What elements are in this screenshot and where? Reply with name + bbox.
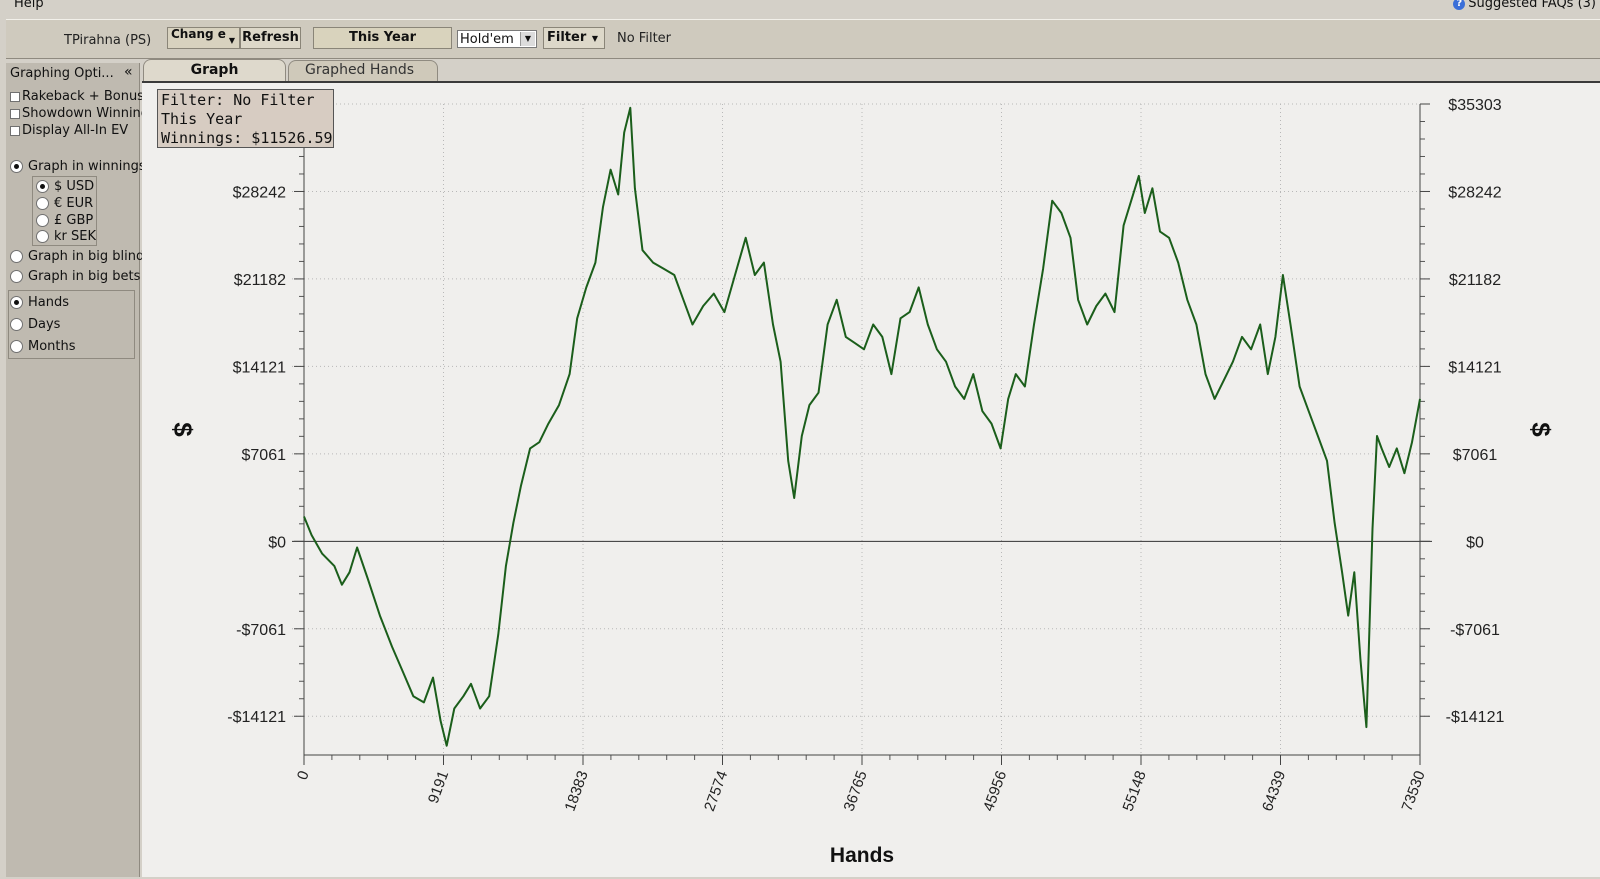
currency-eur-radio[interactable]: [36, 197, 49, 210]
y-tick-label-right: $0: [1466, 534, 1484, 551]
y-tick-label-left: $28242: [233, 184, 286, 201]
graph-big-blinds-row[interactable]: Graph in big blinds: [10, 249, 151, 264]
graph-info-box: Filter: No Filter This Year Winnings: $1…: [157, 89, 334, 148]
y-axis-label-right: $: [1526, 422, 1556, 437]
x-months-radio[interactable]: [10, 340, 23, 353]
x-days-radio[interactable]: [10, 318, 23, 331]
radio-label: $ USD: [54, 179, 95, 194]
radio-label: Months: [28, 339, 76, 354]
y-tick-label-right: -$14121: [1446, 709, 1505, 726]
x-months-row[interactable]: Months: [10, 339, 76, 354]
info-date-range: This Year: [161, 110, 243, 128]
chevron-down-icon[interactable]: ▼: [520, 32, 535, 46]
allin-ev-checkbox-row[interactable]: Display All-In EV: [10, 123, 128, 138]
x-hands-row[interactable]: Hands: [10, 295, 69, 310]
radio-label: Graph in big blinds: [28, 249, 151, 264]
x-tick-label: 9191: [425, 769, 452, 806]
help-icon: ?: [1453, 0, 1466, 10]
chart-panel: 0 9191 18383 27574 36765 45956 55148 64339 73530…: [142, 81, 1600, 877]
toolbar: TPirahna (PS) Chang e ▼ Refresh This Yea…: [6, 19, 1600, 59]
y-tick-label-left: $21182: [234, 272, 286, 289]
rakeback-checkbox-row[interactable]: Rakeback + Bonus: [10, 89, 144, 104]
currency-sek-row[interactable]: kr SEK: [36, 229, 96, 244]
currency-eur-row[interactable]: € EUR: [36, 196, 93, 211]
x-tick-label: 64339: [1259, 769, 1289, 814]
radio-label: Graph in winnings: [28, 159, 146, 174]
game-type-select[interactable]: Hold'em ▼: [457, 30, 537, 48]
radio-label: € EUR: [54, 196, 94, 211]
x-tick-label: 27574: [701, 769, 731, 814]
winnings-chart: 0 9191 18383 27574 36765 45956 55148 64339 73530…: [168, 97, 1556, 867]
currency-gbp-radio[interactable]: [36, 214, 49, 227]
checkbox-label: Rakeback + Bonus: [22, 89, 144, 104]
radio-label: £ GBP: [54, 213, 94, 228]
y-tick-label-left: -$14121: [227, 709, 286, 726]
dropdown-arrow-icon: ▼: [228, 36, 235, 45]
radio-label: kr SEK: [54, 229, 96, 244]
winnings-series-line: [303, 106, 1421, 747]
currency-usd-radio[interactable]: [36, 180, 49, 193]
allin-ev-checkbox[interactable]: [10, 125, 20, 136]
tab-graphed-hands[interactable]: Graphed Hands: [288, 60, 438, 81]
currency-gbp-row[interactable]: £ GBP: [36, 213, 93, 228]
y-tick-label-right: $21182: [1449, 272, 1501, 289]
radio-label: Hands: [28, 295, 70, 310]
currency-sek-radio[interactable]: [36, 230, 49, 243]
x-tick-label: 45956: [980, 769, 1010, 814]
y-tick-label-left: -$7061: [236, 622, 286, 639]
x-tick-label: 0: [294, 769, 313, 783]
info-winnings: Winnings: $11526.59: [161, 129, 333, 147]
suggested-faqs-link[interactable]: ? Suggested FAQs (3): [1453, 0, 1596, 11]
rakeback-checkbox[interactable]: [10, 91, 20, 102]
graph-big-bets-row[interactable]: Graph in big bets: [10, 269, 140, 284]
filter-button[interactable]: Filter ▼: [543, 27, 605, 49]
player-name: TPirahna (PS): [64, 33, 152, 48]
change-player-label: Chang e: [171, 27, 226, 41]
x-hands-radio[interactable]: [10, 296, 23, 309]
radio-label: Graph in big bets: [28, 269, 141, 284]
filter-status: No Filter: [617, 31, 672, 46]
filter-label: Filter: [547, 30, 587, 45]
refresh-button[interactable]: Refresh: [240, 27, 301, 49]
game-type-value: Hold'em: [460, 32, 514, 47]
info-filter: Filter: No Filter: [161, 91, 315, 109]
menu-bar: Help ? Suggested FAQs (3): [0, 0, 1600, 14]
change-player-button[interactable]: Chang e ▼: [167, 27, 240, 49]
x-tick-label: 55148: [1120, 769, 1150, 814]
graph-big-blinds-radio[interactable]: [10, 250, 23, 263]
y-tick-label-right: $14121: [1448, 359, 1501, 376]
y-tick-label-right: $35303: [1448, 97, 1501, 114]
y-tick-label-left: $0: [268, 534, 286, 551]
suggested-faqs-label: Suggested FAQs (3): [1468, 0, 1596, 11]
graph-winnings-radio-row[interactable]: Graph in winnings: [10, 159, 146, 174]
x-days-row[interactable]: Days: [10, 317, 60, 332]
x-tick-label: 73530: [1399, 769, 1429, 814]
y-tick-label-right: -$7061: [1450, 622, 1500, 639]
checkbox-label: Showdown Winnings: [22, 106, 156, 121]
graph-big-bets-radio[interactable]: [10, 270, 23, 283]
y-axis-label-left: $: [168, 422, 198, 437]
y-tick-label-left: $7061: [242, 447, 287, 464]
y-tick-label-left: $14121: [233, 359, 286, 376]
showdown-checkbox[interactable]: [10, 108, 20, 119]
date-range-button[interactable]: This Year: [313, 27, 452, 49]
menu-help[interactable]: Help: [14, 0, 44, 11]
checkbox-label: Display All-In EV: [22, 123, 129, 138]
showdown-checkbox-row[interactable]: Showdown Winnings: [10, 106, 156, 121]
currency-usd-row[interactable]: $ USD: [36, 179, 94, 194]
x-axis-label: Hands: [830, 844, 894, 867]
collapse-icon[interactable]: «: [124, 64, 133, 80]
dropdown-arrow-icon: ▼: [591, 34, 598, 43]
y-tick-label-right: $7061: [1453, 447, 1498, 464]
graphing-options-panel: Graphing Opti... « Rakeback + Bonus Show…: [6, 63, 156, 877]
x-tick-label: 36765: [841, 769, 871, 814]
y-tick-label-right: $28242: [1448, 184, 1501, 201]
tab-graph[interactable]: Graph: [143, 59, 286, 81]
radio-label: Days: [28, 317, 61, 332]
graph-winnings-radio[interactable]: [10, 160, 23, 173]
panel-title: Graphing Opti...: [10, 66, 114, 81]
x-tick-label: 18383: [562, 769, 592, 814]
